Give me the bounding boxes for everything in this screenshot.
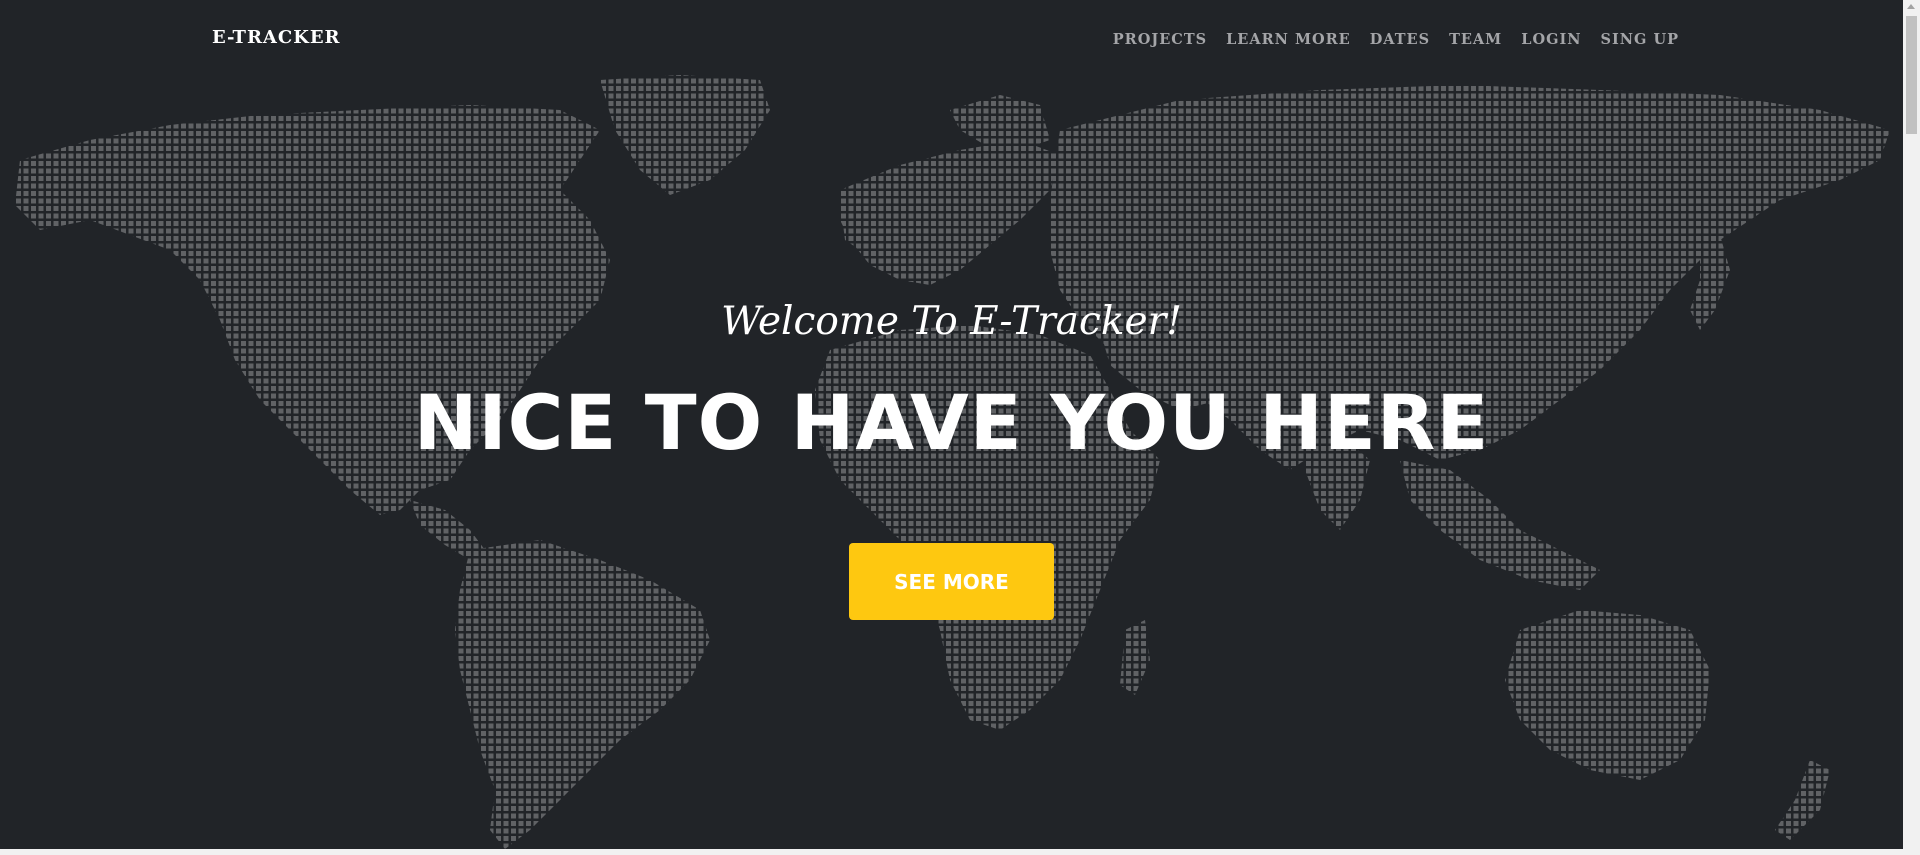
hero-subheading: Welcome To E-Tracker!	[721, 299, 1182, 344]
vertical-scrollbar[interactable]	[1903, 0, 1920, 849]
scroll-up-arrow-icon[interactable]	[1907, 4, 1915, 9]
page-viewport: E-TRACKER PROJECTS LEARN MORE DATES TEAM…	[0, 0, 1903, 849]
hero-section: Welcome To E-Tracker! NICE TO HAVE YOU H…	[0, 0, 1903, 849]
bottom-edge	[0, 849, 1920, 855]
scrollbar-thumb[interactable]	[1906, 16, 1917, 134]
hero-heading: NICE TO HAVE YOU HERE	[413, 378, 1490, 467]
see-more-button[interactable]: SEE MORE	[849, 543, 1054, 620]
